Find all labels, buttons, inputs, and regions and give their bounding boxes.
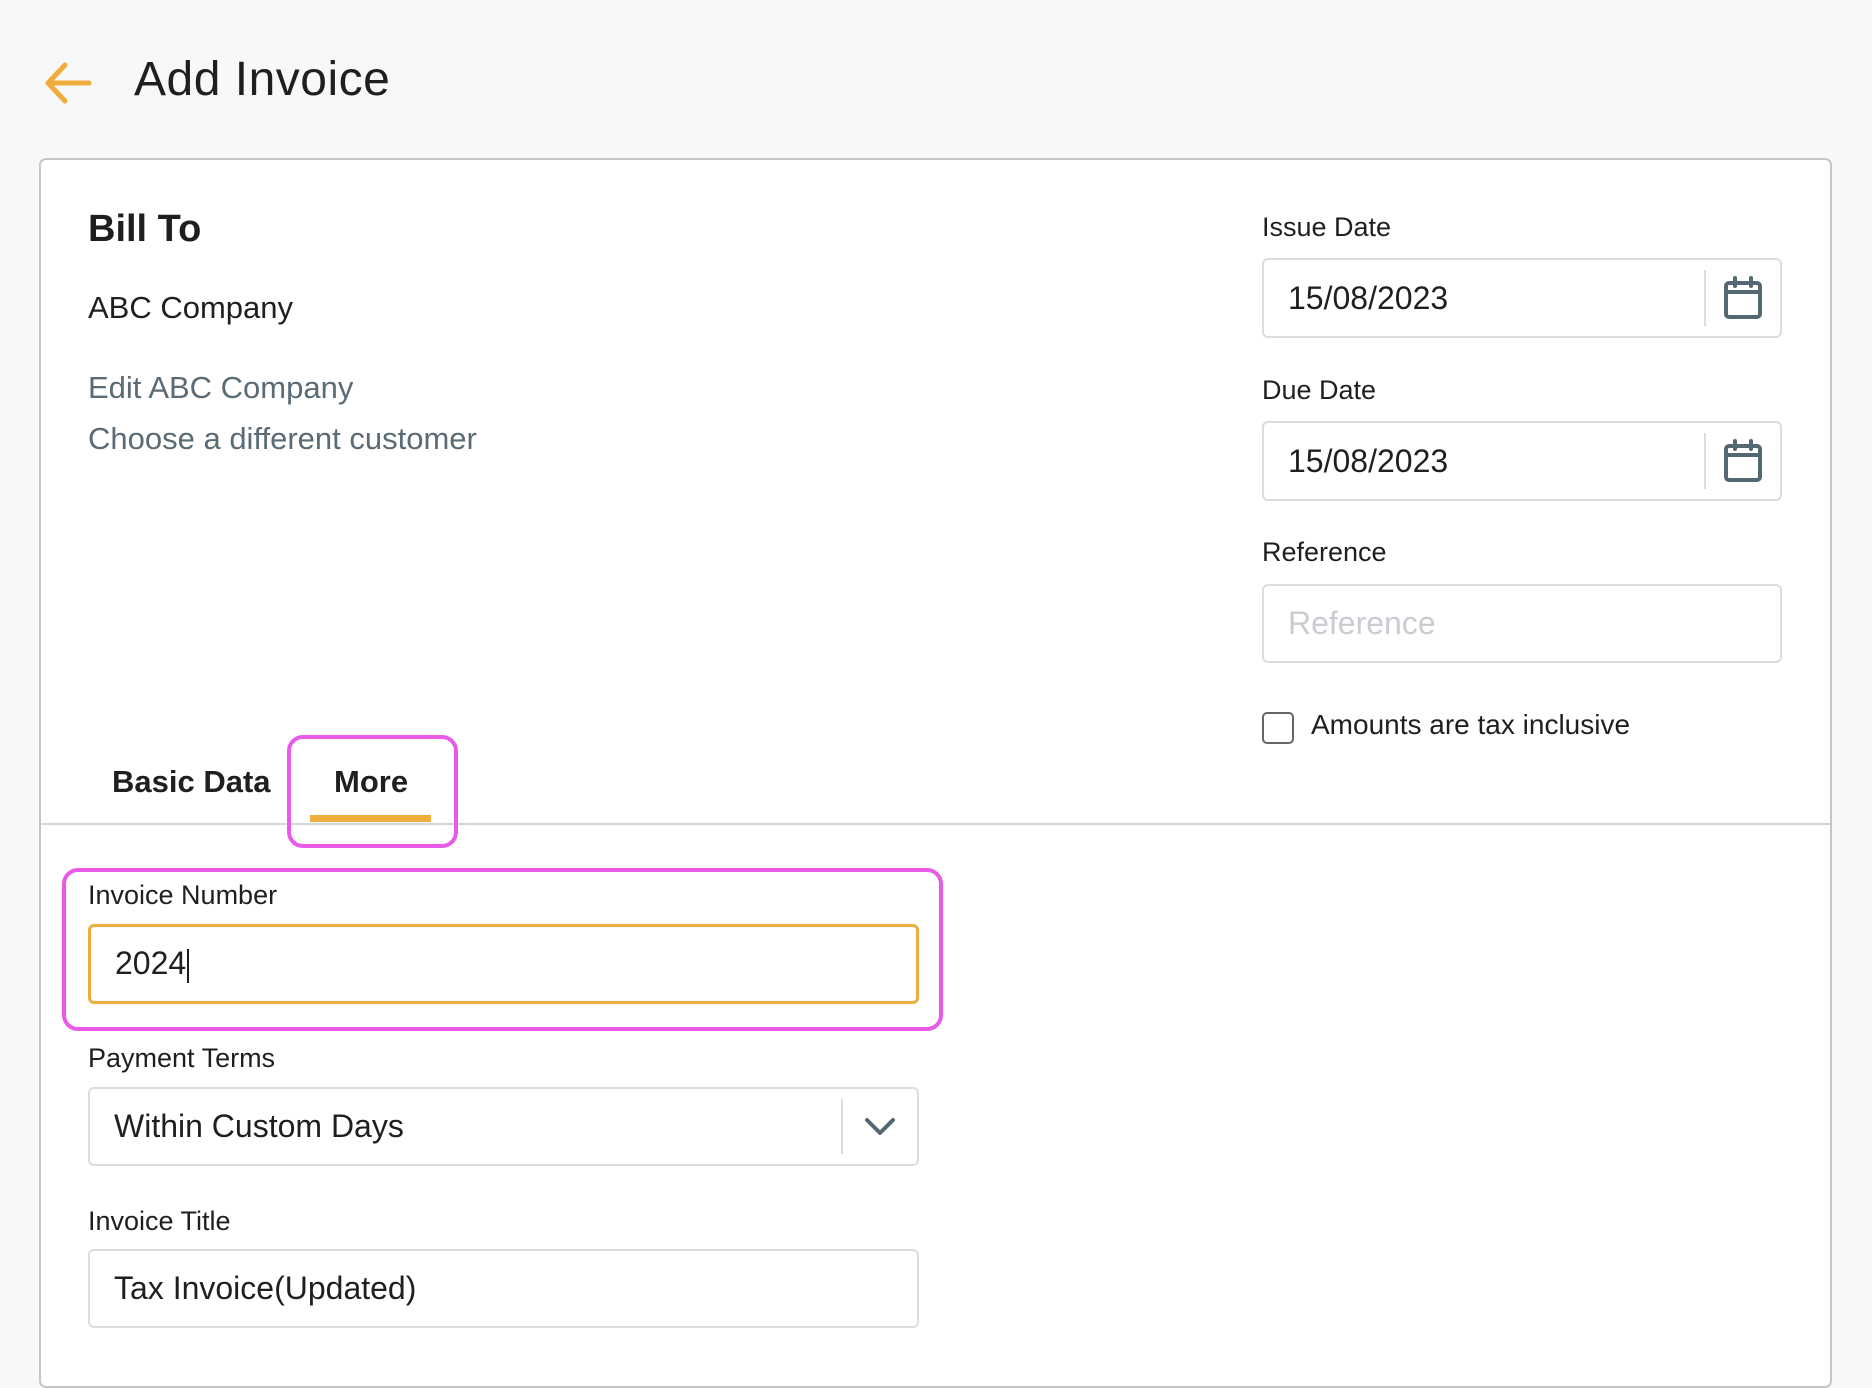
edit-customer-link[interactable]: Edit ABC Company [88,370,353,406]
tab-basic-data[interactable]: Basic Data [112,764,271,800]
chevron-down-icon [865,1117,895,1135]
customer-name: ABC Company [88,290,294,325]
due-date-value[interactable]: 15/08/2023 [1264,443,1704,480]
text-caret [187,948,190,983]
arrow-left-icon [45,62,92,104]
issue-date-field[interactable]: 15/08/2023 [1262,258,1782,338]
payment-terms-dropdown-toggle[interactable] [841,1099,917,1154]
tax-inclusive-checkbox[interactable] [1262,712,1294,744]
invoice-number-label: Invoice Number [88,880,278,910]
invoice-number-input[interactable]: 2024 [91,945,916,983]
due-date-label: Due Date [1262,375,1377,405]
issue-date-value[interactable]: 15/08/2023 [1264,280,1704,317]
calendar-icon [1724,276,1762,319]
tab-more[interactable]: More [334,764,408,800]
page-title: Add Invoice [134,53,391,106]
issue-date-label: Issue Date [1262,212,1392,242]
invoice-title-label: Invoice Title [88,1206,231,1236]
payment-terms-select[interactable]: Within Custom Days [88,1087,919,1166]
invoice-title-value[interactable]: Tax Invoice(Updated) [90,1270,917,1307]
invoice-title-field[interactable]: Tax Invoice(Updated) [88,1249,919,1328]
payment-terms-value[interactable]: Within Custom Days [90,1108,841,1145]
payment-terms-label: Payment Terms [88,1043,276,1073]
calendar-icon [1724,439,1762,482]
reference-field[interactable]: Reference [1262,584,1782,663]
choose-different-customer-link[interactable]: Choose a different customer [88,421,477,457]
tax-inclusive-label[interactable]: Amounts are tax inclusive [1311,709,1630,741]
reference-label: Reference [1262,537,1387,567]
tab-divider [41,823,1830,825]
reference-placeholder[interactable]: Reference [1264,605,1780,642]
issue-date-calendar-button[interactable] [1704,270,1780,326]
due-date-field[interactable]: 15/08/2023 [1262,421,1782,501]
invoice-number-field[interactable]: 2024 [88,924,919,1004]
due-date-calendar-button[interactable] [1704,433,1780,489]
invoice-number-value: 2024 [115,945,187,982]
active-tab-indicator [310,815,431,822]
bill-to-heading: Bill To [88,208,202,250]
back-button[interactable] [40,55,96,111]
invoice-form-card [39,158,1832,1388]
